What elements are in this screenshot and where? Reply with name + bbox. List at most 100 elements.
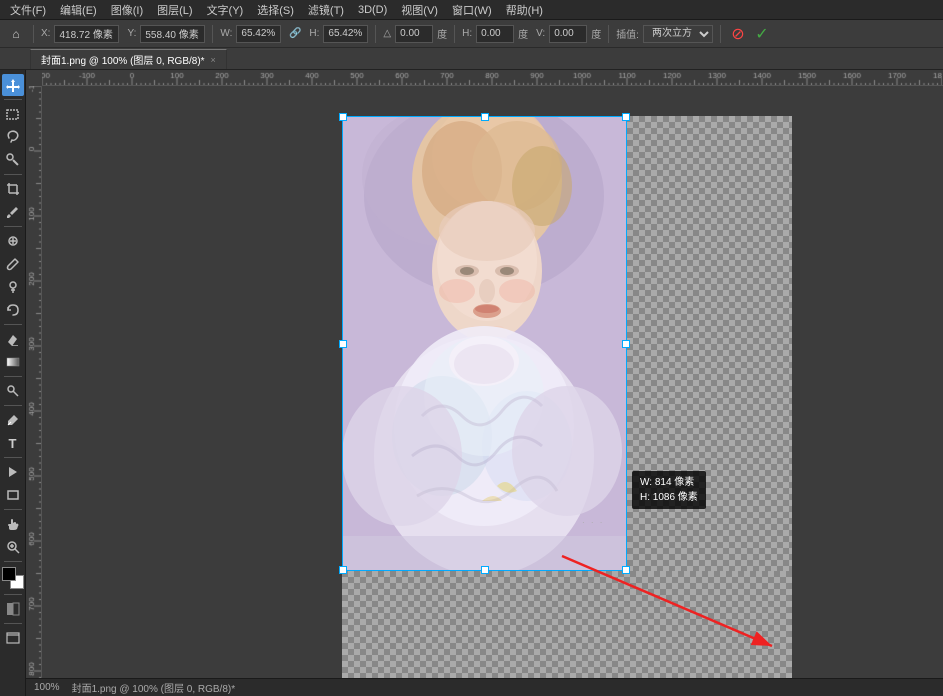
handle-bottom-left[interactable] [339,566,347,574]
handle-bottom-right[interactable] [622,566,630,574]
handle-top-center[interactable] [481,113,489,121]
cursor-dots: · · · [582,518,604,527]
tool-sep-6 [4,405,22,406]
handle-middle-right[interactable] [622,340,630,348]
history-brush-tool[interactable] [2,299,24,321]
toolbar: T [0,70,26,696]
transparent-bottom [342,571,792,678]
rotation-input[interactable] [395,25,433,43]
tool-sep-7 [4,457,22,458]
tool-sep-5 [4,376,22,377]
handle-top-right[interactable] [622,113,630,121]
interpolation-select[interactable]: 两次立方 最近邻 两次线性 [643,25,713,43]
separator-5 [608,25,609,43]
canvas-wrapper: W: 814 像素 H: 1086 像素 · · · [42,86,943,678]
cancel-transform-button[interactable]: ⊘ [728,24,748,44]
tool-sep-3 [4,226,22,227]
handle-top-left[interactable] [339,113,347,121]
tab-title: 封面1.png @ 100% (图层 0, RGB/8)* [41,52,205,67]
tab-close-button[interactable]: × [211,55,216,65]
separator-2 [212,25,213,43]
separator-1 [33,25,34,43]
deg-label: 度 [437,26,447,41]
lasso-tool[interactable] [2,126,24,148]
menu-bar: 文件(F) 编辑(E) 图像(I) 图层(L) 文字(Y) 选择(S) 滤镜(T… [0,0,943,20]
tool-sep-9 [4,561,22,562]
eraser-tool[interactable] [2,328,24,350]
dodge-tool[interactable] [2,380,24,402]
menu-filter[interactable]: 滤镜(T) [302,1,350,19]
tool-sep-8 [4,509,22,510]
separator-4 [454,25,455,43]
pen-tool[interactable] [2,409,24,431]
brush-tool[interactable] [2,253,24,275]
hskew-input[interactable] [476,25,514,43]
menu-help[interactable]: 帮助(H) [500,1,549,19]
main-area: T [0,70,943,696]
menu-layer[interactable]: 图层(L) [151,1,198,19]
move-tool[interactable] [2,74,24,96]
hand-tool[interactable] [2,513,24,535]
foreground-color[interactable] [2,567,16,581]
screen-mode[interactable] [2,627,24,649]
tool-sep-1 [4,99,22,100]
x-input[interactable] [54,25,119,43]
y-input[interactable] [140,25,205,43]
document-tab[interactable]: 封面1.png @ 100% (图层 0, RGB/8)* × [30,49,227,69]
link-icon[interactable]: 🔗 [285,24,305,44]
menu-window[interactable]: 窗口(W) [446,1,498,19]
menu-3d[interactable]: 3D(D) [352,3,393,17]
path-select-tool[interactable] [2,461,24,483]
y-label: Y: [127,28,136,39]
tool-sep-11 [4,623,22,624]
shape-tool[interactable] [2,484,24,506]
menu-text[interactable]: 文字(Y) [201,1,250,19]
gradient-tool[interactable] [2,351,24,373]
doc-info: 封面1.png @ 100% (图层 0, RGB/8)* [72,680,236,695]
rect-select-tool[interactable] [2,103,24,125]
x-label: X: [41,28,50,39]
vskew-label: V: [536,28,545,39]
document-background [342,116,792,678]
ruler-top [42,70,943,86]
w-label: W: [220,28,232,39]
zoom-level: 100% [34,682,60,693]
vskew-input[interactable] [549,25,587,43]
home-icon[interactable]: ⌂ [6,24,26,44]
tool-sep-2 [4,174,22,175]
ruler-left [26,86,42,678]
text-tool[interactable]: T [2,432,24,454]
painting-area [342,116,627,571]
confirm-transform-button[interactable]: ✓ [752,24,772,44]
w-input[interactable] [236,25,281,43]
painting-image [342,116,627,571]
canvas-area[interactable]: W: 814 像素 H: 1086 像素 · · · [26,70,943,678]
handle-bottom-center[interactable] [481,566,489,574]
rot-label: △ [383,28,391,39]
interpolation-label: 插值: [616,26,639,41]
ruler-left-canvas [26,86,42,678]
h-input[interactable] [323,25,368,43]
quick-mask-tool[interactable] [2,598,24,620]
separator-6 [720,25,721,43]
tool-sep-4 [4,324,22,325]
eyedropper-tool[interactable] [2,201,24,223]
deg3-label: 度 [591,26,601,41]
clone-tool[interactable] [2,276,24,298]
status-bar: 100% 封面1.png @ 100% (图层 0, RGB/8)* [26,678,943,696]
h-label: H: [309,28,319,39]
crop-tool[interactable] [2,178,24,200]
zoom-tool[interactable] [2,536,24,558]
healing-tool[interactable] [2,230,24,252]
menu-file[interactable]: 文件(F) [4,1,52,19]
magic-wand-tool[interactable] [2,149,24,171]
menu-view[interactable]: 视图(V) [395,1,444,19]
menu-edit[interactable]: 编辑(E) [54,1,103,19]
handle-middle-left[interactable] [339,340,347,348]
menu-select[interactable]: 选择(S) [251,1,300,19]
transparent-right [627,116,792,571]
options-bar: ⌂ X: Y: W: 🔗 H: △ 度 H: 度 V: 度 插值: 两次立方 最… [0,20,943,48]
separator-3 [375,25,376,43]
deg2-label: 度 [518,26,528,41]
menu-image[interactable]: 图像(I) [105,1,149,19]
